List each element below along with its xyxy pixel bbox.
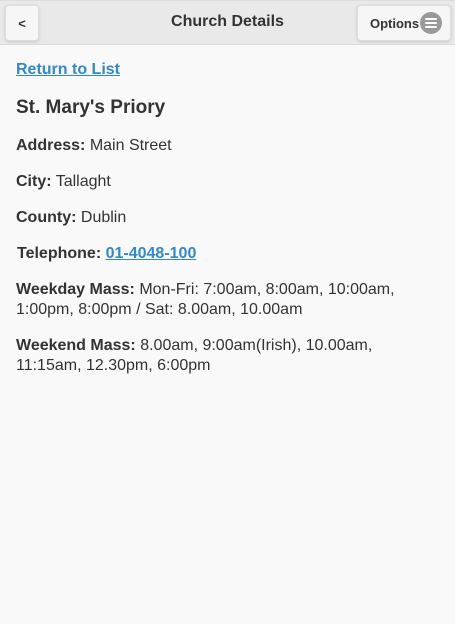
header-bar: < Church Details Options	[0, 0, 455, 45]
telephone-link[interactable]: 01-4048-100	[106, 245, 197, 262]
church-name: St. Mary's Priory	[16, 97, 166, 118]
page: < Church Details Options Return to List …	[0, 0, 455, 624]
city-value: Tallaght	[55, 173, 111, 190]
weekend-mass-field: Weekend Mass: 8.00am, 9:00am(Irish), 10.…	[16, 336, 441, 376]
address-label: Address:	[16, 137, 86, 154]
back-button[interactable]: <	[5, 5, 39, 41]
church-details: Return to List St. Mary's Priory Address…	[16, 60, 441, 376]
options-button[interactable]: Options	[357, 5, 451, 41]
city-label: City:	[16, 173, 52, 190]
telephone-label: Telephone:	[17, 245, 102, 262]
county-label: County:	[16, 209, 77, 226]
address-field: Address: Main Street	[16, 136, 441, 156]
address-value: Main Street	[89, 137, 172, 154]
menu-icon	[420, 12, 442, 34]
county-value: Dublin	[80, 209, 127, 226]
weekday-mass-field: Weekday Mass: Mon-Fri: 7:00am, 8:00am, 1…	[16, 280, 441, 320]
weekday-mass-label: Weekday Mass:	[16, 281, 135, 298]
weekend-mass-label: Weekend Mass:	[16, 337, 136, 354]
telephone-field: Telephone: 01-4048-100	[16, 244, 441, 264]
county-field: County: Dublin	[16, 208, 441, 228]
city-field: City: Tallaght	[16, 172, 441, 192]
return-to-list-link[interactable]: Return to List	[16, 61, 120, 79]
back-button-label: <	[18, 15, 26, 31]
options-button-label: Options	[370, 15, 420, 31]
